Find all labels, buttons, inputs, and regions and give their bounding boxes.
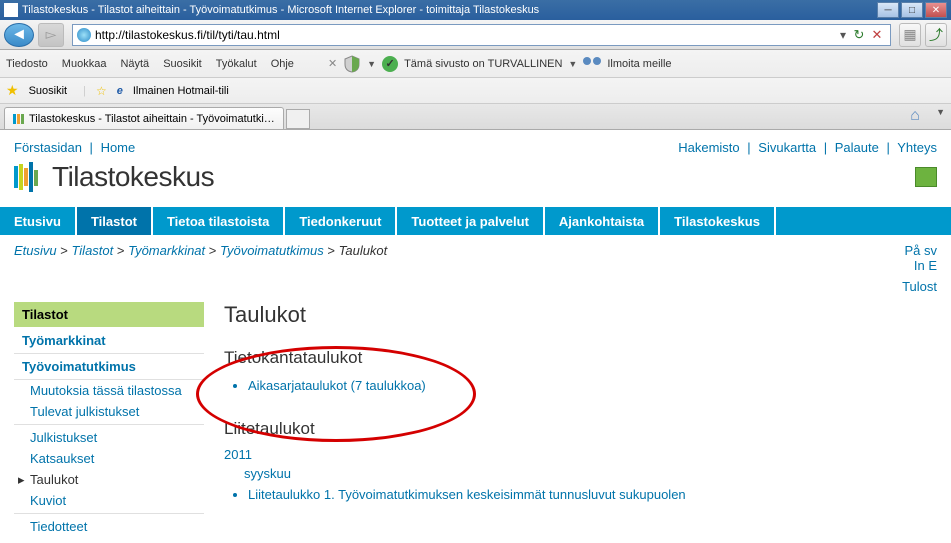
- compat-button[interactable]: ▦: [899, 23, 921, 47]
- hotmail-link[interactable]: Ilmainen Hotmail-tili: [133, 85, 229, 97]
- window-title: Tilastokeskus - Tilastot aiheittain - Ty…: [22, 4, 539, 16]
- report-link[interactable]: Ilmoita meille: [607, 58, 671, 70]
- site-logo: [14, 162, 44, 192]
- sidebar-item-tyovoimatutkimus[interactable]: Työvoimatutkimus: [14, 354, 204, 380]
- nav-tilastot[interactable]: Tilastot: [77, 207, 153, 235]
- main-content: Taulukot Tietokantataulukot Aikasarjatau…: [224, 302, 937, 537]
- app-icon: [4, 3, 18, 17]
- stop-icon[interactable]: ✕: [868, 26, 886, 44]
- sidebar: Tilastot Työmarkkinat Työvoimatutkimus M…: [14, 302, 204, 537]
- link-forstasidan[interactable]: Förstasidan: [14, 140, 82, 155]
- heading-liitetaulukot: Liitetaulukot: [224, 419, 937, 439]
- new-tab-button[interactable]: [286, 109, 310, 129]
- page-title: Taulukot: [224, 302, 937, 328]
- sidebar-sub-tulevat[interactable]: Tulevat julkistukset: [14, 401, 204, 422]
- nav-tuotteet[interactable]: Tuotteet ja palvelut: [397, 207, 545, 235]
- menu-file[interactable]: Tiedosto: [6, 58, 48, 70]
- home-icon[interactable]: ⌂: [910, 107, 928, 125]
- address-bar[interactable]: ▾ ↻ ✕: [72, 24, 891, 46]
- url-input[interactable]: [95, 28, 840, 42]
- refresh-icon[interactable]: ↻: [850, 26, 868, 44]
- breadcrumb: Etusivu > Tilastot > Työmarkkinat > Työv…: [14, 243, 387, 273]
- search-go-button[interactable]: [915, 167, 937, 187]
- browser-tab[interactable]: Tilastokeskus - Tilastot aiheittain - Ty…: [4, 107, 284, 129]
- link-hakemisto[interactable]: Hakemisto: [678, 140, 739, 155]
- sidebar-sub-taulukot[interactable]: Taulukot: [14, 469, 204, 490]
- shield-icon: [343, 55, 361, 73]
- close-x-icon[interactable]: ✕: [328, 57, 337, 70]
- globe-icon: [77, 28, 91, 42]
- nav-tietoa[interactable]: Tietoa tilastoista: [153, 207, 285, 235]
- minimize-button[interactable]: ─: [877, 2, 899, 18]
- favorites-label[interactable]: Suosikit: [29, 85, 68, 97]
- top-links-row: Förstasidan | Home Hakemisto | Sivukartt…: [0, 130, 951, 155]
- menu-view[interactable]: Näytä: [120, 58, 149, 70]
- crumb-tyomarkkinat[interactable]: Työmarkkinat: [128, 243, 205, 258]
- sidebar-sub-kuviot[interactable]: Kuviot: [14, 490, 204, 511]
- chevron-down-icon[interactable]: ▼: [936, 107, 945, 125]
- tab-title: Tilastokeskus - Tilastot aiheittain - Ty…: [29, 113, 275, 125]
- back-button[interactable]: ◄: [4, 23, 34, 47]
- nav-etusivu[interactable]: Etusivu: [0, 207, 77, 235]
- favorites-bar: ★ Suosikit | ☆ e Ilmainen Hotmail-tili: [0, 78, 951, 104]
- heading-tietokantataulukot: Tietokantataulukot: [224, 348, 937, 368]
- breadcrumb-row: Etusivu > Tilastot > Työmarkkinat > Työv…: [0, 235, 951, 277]
- page-content: Förstasidan | Home Hakemisto | Sivukartt…: [0, 130, 951, 543]
- lang-sv[interactable]: På sv: [904, 243, 937, 258]
- site-name: Tilastokeskus: [52, 161, 214, 193]
- sidebar-header: Tilastot: [14, 302, 204, 328]
- nav-toolbar: ◄ ▻ ▾ ↻ ✕ ▦ ⤴: [0, 20, 951, 50]
- menu-tools[interactable]: Työkalut: [216, 58, 257, 70]
- link-aikasarjataulukot[interactable]: Aikasarjataulukot (7 taulukkoa): [248, 378, 426, 393]
- link-home[interactable]: Home: [101, 140, 136, 155]
- nav-ajankohtaista[interactable]: Ajankohtaista: [545, 207, 660, 235]
- link-sivukartta[interactable]: Sivukartta: [758, 140, 816, 155]
- year-2011[interactable]: 2011: [224, 447, 937, 462]
- search-button[interactable]: ⤴: [925, 23, 947, 47]
- star-add-icon[interactable]: ☆: [96, 84, 107, 98]
- sidebar-sub-julkistukset[interactable]: Julkistukset: [14, 427, 204, 448]
- sidebar-sub-katsaukset[interactable]: Katsaukset: [14, 448, 204, 469]
- sidebar-sub-muutoksia[interactable]: Muutoksia tässä tilastossa: [14, 380, 204, 401]
- tab-favicon: [13, 113, 25, 125]
- crumb-etusivu[interactable]: Etusivu: [14, 243, 57, 258]
- brand-row: Tilastokeskus: [0, 155, 951, 207]
- language-links: På sv In E: [904, 243, 937, 273]
- main-nav: Etusivu Tilastot Tietoa tilastoista Tied…: [0, 207, 951, 235]
- close-button[interactable]: ✕: [925, 2, 947, 18]
- star-icon[interactable]: ★: [6, 82, 19, 99]
- nav-tilastokeskus[interactable]: Tilastokeskus: [660, 207, 776, 235]
- link-liitetaulukko1[interactable]: Liitetaulukko 1. Työvoimatutkimuksen kes…: [248, 487, 686, 502]
- crumb-current: Taulukot: [339, 243, 388, 258]
- chevron-down-icon[interactable]: ▼: [568, 59, 577, 69]
- lang-en[interactable]: In E: [904, 258, 937, 273]
- link-palaute[interactable]: Palaute: [835, 140, 879, 155]
- crumb-tilastot[interactable]: Tilastot: [71, 243, 113, 258]
- link-yhteys[interactable]: Yhteys: [897, 140, 937, 155]
- check-icon: ✓: [382, 56, 398, 72]
- menu-edit[interactable]: Muokkaa: [62, 58, 107, 70]
- print-link[interactable]: Tulost: [0, 277, 951, 296]
- menu-favorites[interactable]: Suosikit: [163, 58, 202, 70]
- sidebar-item-tyomarkkinat[interactable]: Työmarkkinat: [14, 328, 204, 354]
- month-syyskuu[interactable]: syyskuu: [244, 466, 937, 481]
- menu-bar: Tiedosto Muokkaa Näytä Suosikit Työkalut…: [0, 50, 951, 78]
- maximize-button[interactable]: □: [901, 2, 923, 18]
- persons-icon: [583, 57, 601, 71]
- forward-button[interactable]: ▻: [38, 23, 64, 47]
- menu-help[interactable]: Ohje: [271, 58, 294, 70]
- chevron-down-icon[interactable]: ▼: [367, 59, 376, 69]
- sidebar-sub-tiedotteet[interactable]: Tiedotteet: [14, 516, 204, 537]
- tab-bar: Tilastokeskus - Tilastot aiheittain - Ty…: [0, 104, 951, 130]
- ie-icon: e: [117, 85, 123, 97]
- crumb-tyovoimatutkimus[interactable]: Työvoimatutkimus: [220, 243, 324, 258]
- dropdown-icon[interactable]: ▾: [840, 28, 846, 42]
- window-titlebar: Tilastokeskus - Tilastot aiheittain - Ty…: [0, 0, 951, 20]
- security-status: Tämä sivusto on TURVALLINEN: [404, 58, 562, 70]
- nav-tiedonkeruut[interactable]: Tiedonkeruut: [285, 207, 397, 235]
